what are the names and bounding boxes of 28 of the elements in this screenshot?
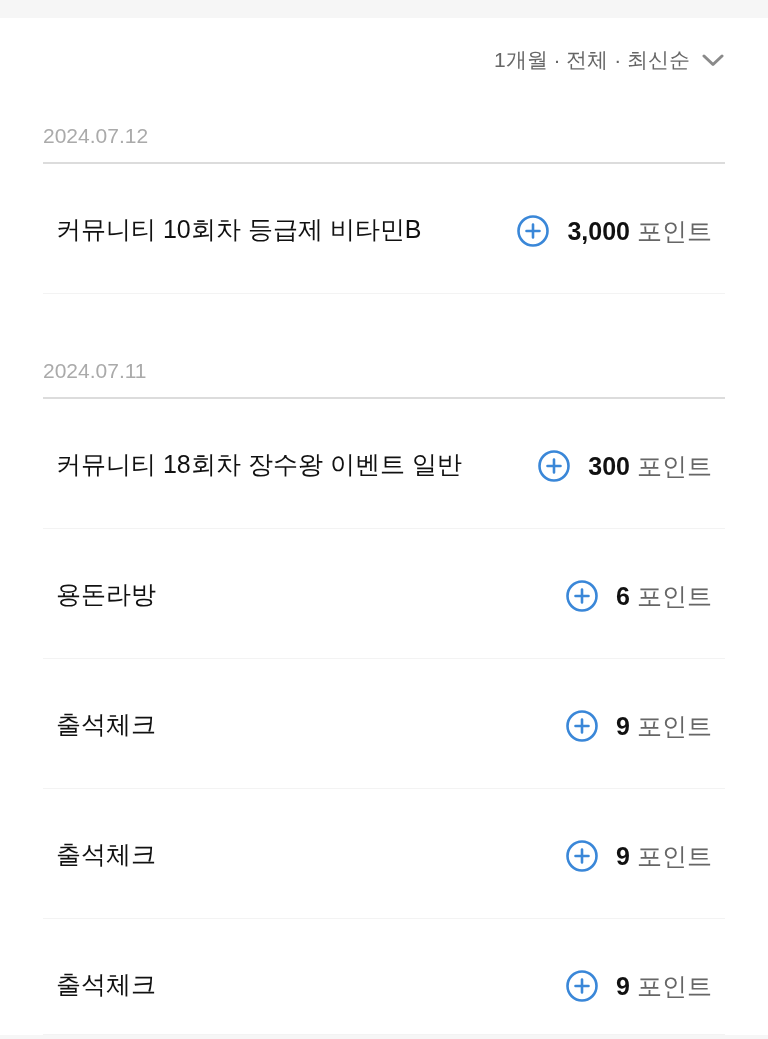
points-unit: 포인트 xyxy=(637,452,712,480)
plus-circle-icon xyxy=(566,840,599,872)
plus-circle-icon xyxy=(538,450,571,482)
date-heading: 2024.07.12 xyxy=(43,123,150,149)
points-unit: 포인트 xyxy=(637,842,712,870)
date-heading: 2024.07.11 xyxy=(43,358,148,384)
transaction-title: 커뮤니티 10회차 등급제 비타민B xyxy=(56,215,422,243)
plus-circle-icon xyxy=(566,580,599,612)
filter-dropdown[interactable]: 1개월 · 전체 · 최신순 xyxy=(494,46,724,74)
plus-circle-icon xyxy=(517,215,550,247)
points-unit: 포인트 xyxy=(637,712,712,740)
transaction-title: 출석체크 xyxy=(56,710,156,738)
points-unit: 포인트 xyxy=(637,972,712,1000)
transaction-title: 출석체크 xyxy=(56,840,156,868)
points-amount: 9 xyxy=(616,712,630,740)
points-unit: 포인트 xyxy=(637,582,712,610)
transaction-title: 커뮤니티 18회차 장수왕 이벤트 일반 xyxy=(56,450,462,478)
points-unit: 포인트 xyxy=(637,217,712,245)
plus-circle-icon xyxy=(566,970,599,1002)
points-amount: 6 xyxy=(616,582,630,610)
points-amount: 300 xyxy=(588,452,630,480)
transaction-title: 용돈라방 xyxy=(56,580,156,608)
points-amount: 9 xyxy=(616,842,630,870)
transaction-title: 출석체크 xyxy=(56,970,156,998)
points-amount: 3,000 xyxy=(567,217,630,245)
chevron-down-icon xyxy=(702,53,724,67)
points-amount: 9 xyxy=(616,972,630,1000)
plus-circle-icon xyxy=(566,710,599,742)
